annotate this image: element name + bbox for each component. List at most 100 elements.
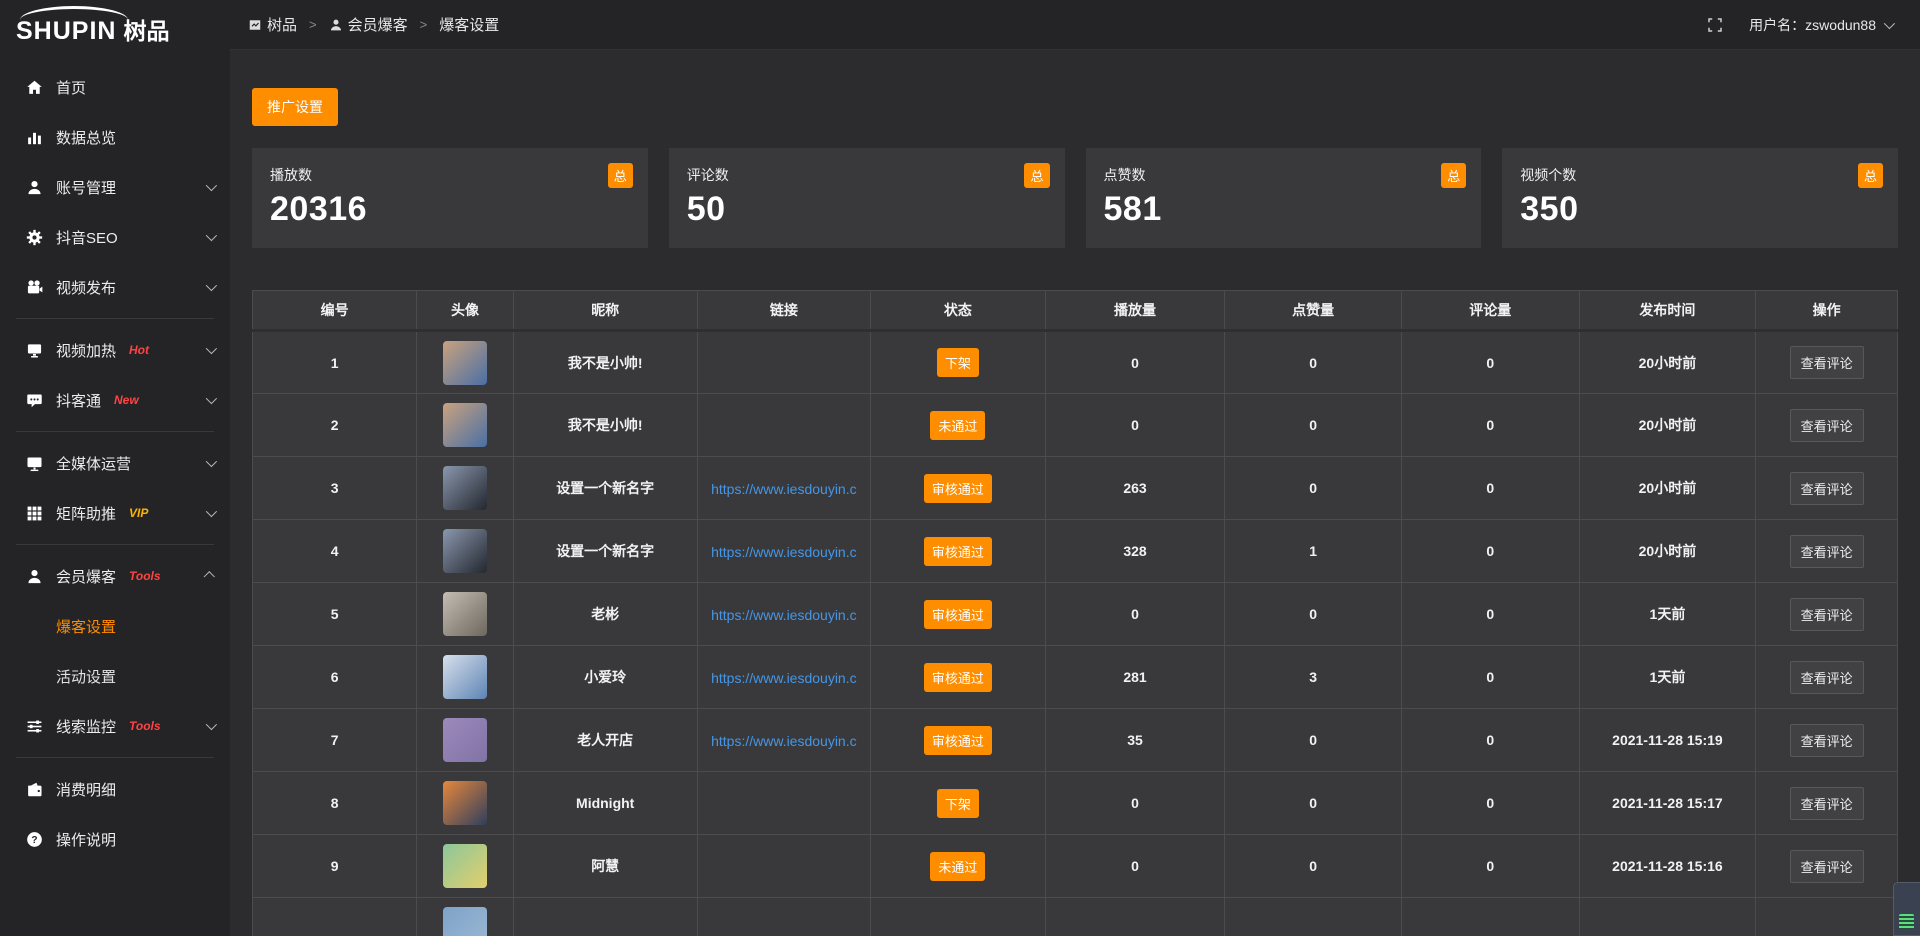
report-icon [248, 18, 262, 32]
total-badge: 总 [1441, 163, 1466, 188]
user-icon [25, 178, 43, 196]
cell-likes: 0 [1225, 331, 1402, 394]
table-row: 9阿慧未通过0002021-11-28 15:16查看评论 [253, 835, 1898, 898]
topbar-right: 用户名：zswodun88 [1707, 15, 1892, 35]
cell-likes: 0 [1225, 772, 1402, 835]
view-comments-button[interactable]: 查看评论 [1790, 472, 1864, 505]
sidebar-nav: 首页数据总览账号管理抖音SEO 视频发布视频加热Hot抖客通New 全媒体运营矩阵助… [0, 50, 230, 864]
cell-nickname: 小爱玲 [513, 646, 697, 709]
sidebar-item-matrix-boost[interactable]: 矩阵助推VIP [0, 488, 230, 538]
sidebar-divider [16, 318, 214, 319]
cell-likes: 0 [1225, 394, 1402, 457]
sidebar-item-operation-guide[interactable]: ?操作说明 [0, 814, 230, 864]
floating-assistant-widget[interactable] [1893, 882, 1920, 936]
table-row: 5老彬https://www.iesdouyin.c审核通过0001天前查看评论 [253, 583, 1898, 646]
stat-label: 评论数 [687, 165, 1047, 185]
cell-plays [1045, 898, 1225, 936]
sidebar-item-data-overview[interactable]: 数据总览 [0, 112, 230, 162]
cell-comments: 0 [1401, 520, 1579, 583]
screen-icon [25, 341, 43, 359]
sidebar-subitem-baoke-settings[interactable]: 爆客设置 [0, 601, 230, 651]
view-comments-button[interactable]: 查看评论 [1790, 724, 1864, 757]
sidebar-divider [16, 544, 214, 545]
stat-value: 20316 [270, 190, 630, 229]
stat-card-plays: 播放数 20316 总 [252, 148, 648, 248]
cell-comments: 0 [1401, 331, 1579, 394]
video-link[interactable]: https://www.iesdouyin.c [711, 544, 857, 560]
member-icon [25, 567, 43, 585]
monitor-icon [25, 454, 43, 472]
view-comments-button[interactable]: 查看评论 [1790, 661, 1864, 694]
sidebar-item-badge: New [114, 393, 139, 407]
cell-comments: 0 [1401, 583, 1579, 646]
stats-row: 播放数 20316 总 评论数 50 总 点赞数 581 总 视频个数 350 [252, 148, 1898, 248]
cell-avatar [417, 709, 514, 772]
cell-no: 8 [253, 772, 417, 835]
view-comments-button[interactable]: 查看评论 [1790, 787, 1864, 820]
sidebar-item-douyin-seo[interactable]: 抖音SEO [0, 212, 230, 262]
view-comments-button[interactable]: 查看评论 [1790, 346, 1864, 379]
avatar [443, 844, 487, 888]
app-logo[interactable]: SHUPIN树品 [0, 0, 230, 50]
sidebar-item-label: 抖音SEO [56, 227, 118, 248]
sidebar-item-home[interactable]: 首页 [0, 62, 230, 112]
help-icon: ? [25, 830, 43, 848]
app-window: SHUPIN树品 首页数据总览账号管理抖音SEO 视频发布视频加热Hot抖客通Ne… [0, 0, 1920, 936]
cell-comments: 0 [1401, 772, 1579, 835]
cell-plays: 35 [1045, 709, 1225, 772]
cell-publish-time: 2021-11-28 15:19 [1579, 709, 1756, 772]
view-comments-button[interactable]: 查看评论 [1790, 598, 1864, 631]
sidebar-item-douketong[interactable]: 抖客通New [0, 375, 230, 425]
cell-avatar [417, 520, 514, 583]
avatar [443, 341, 487, 385]
view-comments-button[interactable]: 查看评论 [1790, 535, 1864, 568]
breadcrumb-item-1[interactable]: 会员爆客 [329, 14, 408, 35]
cell-avatar [417, 835, 514, 898]
sidebar-item-account-management[interactable]: 账号管理 [0, 162, 230, 212]
cell-status: 审核通过 [871, 583, 1046, 646]
video-link[interactable]: https://www.iesdouyin.c [711, 607, 857, 623]
breadcrumb-item-0[interactable]: 树品 [248, 14, 297, 35]
cell-comments: 0 [1401, 835, 1579, 898]
sidebar-item-consume-detail[interactable]: 消费明细 [0, 764, 230, 814]
cell-link [697, 772, 871, 835]
cell-publish-time: 2021-11-28 15:17 [1579, 772, 1756, 835]
cell-link: https://www.iesdouyin.c [697, 709, 871, 772]
chevron-down-icon [206, 230, 217, 241]
promo-settings-button[interactable]: 推广设置 [252, 88, 338, 126]
cell-publish-time: 20小时前 [1579, 457, 1756, 520]
video-link[interactable]: https://www.iesdouyin.c [711, 481, 857, 497]
sidebar-subitem-activity-settings[interactable]: 活动设置 [0, 651, 230, 701]
table-row [253, 898, 1898, 936]
cell-nickname: 老人开店 [513, 709, 697, 772]
sidebar-item-video-publish[interactable]: 视频发布 [0, 262, 230, 312]
status-badge: 审核通过 [924, 537, 992, 566]
view-comments-button[interactable]: 查看评论 [1790, 409, 1864, 442]
sidebar-item-badge: Hot [129, 343, 149, 357]
sidebar-item-clue-monitor[interactable]: 线索监控Tools [0, 701, 230, 751]
breadcrumb-label: 会员爆客 [348, 14, 408, 35]
cell-comments [1401, 898, 1579, 936]
table-row: 3设置一个新名字https://www.iesdouyin.c审核通过26300… [253, 457, 1898, 520]
table-row: 7老人开店https://www.iesdouyin.c审核通过35002021… [253, 709, 1898, 772]
view-comments-button[interactable]: 查看评论 [1790, 850, 1864, 883]
assistant-stripes-icon [1899, 914, 1914, 930]
fullscreen-icon[interactable] [1707, 17, 1723, 33]
cell-publish-time: 1天前 [1579, 583, 1756, 646]
sidebar-item-omni-media[interactable]: 全媒体运营 [0, 438, 230, 488]
sidebar-item-member-baoke[interactable]: 会员爆客Tools [0, 551, 230, 601]
cell-link: https://www.iesdouyin.c [697, 457, 871, 520]
chevron-down-icon [206, 506, 217, 517]
video-link[interactable]: https://www.iesdouyin.c [711, 670, 857, 686]
video-link[interactable]: https://www.iesdouyin.c [711, 733, 857, 749]
sidebar-item-video-heating[interactable]: 视频加热Hot [0, 325, 230, 375]
cell-nickname [513, 898, 697, 936]
cell-likes: 0 [1225, 835, 1402, 898]
grid-icon [25, 504, 43, 522]
cell-nickname: 我不是小帅! [513, 331, 697, 394]
col-header-no: 编号 [253, 291, 417, 331]
logo-text-cn: 树品 [123, 18, 169, 44]
cell-publish-time: 20小时前 [1579, 331, 1756, 394]
username-menu[interactable]: 用户名：zswodun88 [1749, 15, 1892, 35]
cell-publish-time: 2021-11-28 15:16 [1579, 835, 1756, 898]
